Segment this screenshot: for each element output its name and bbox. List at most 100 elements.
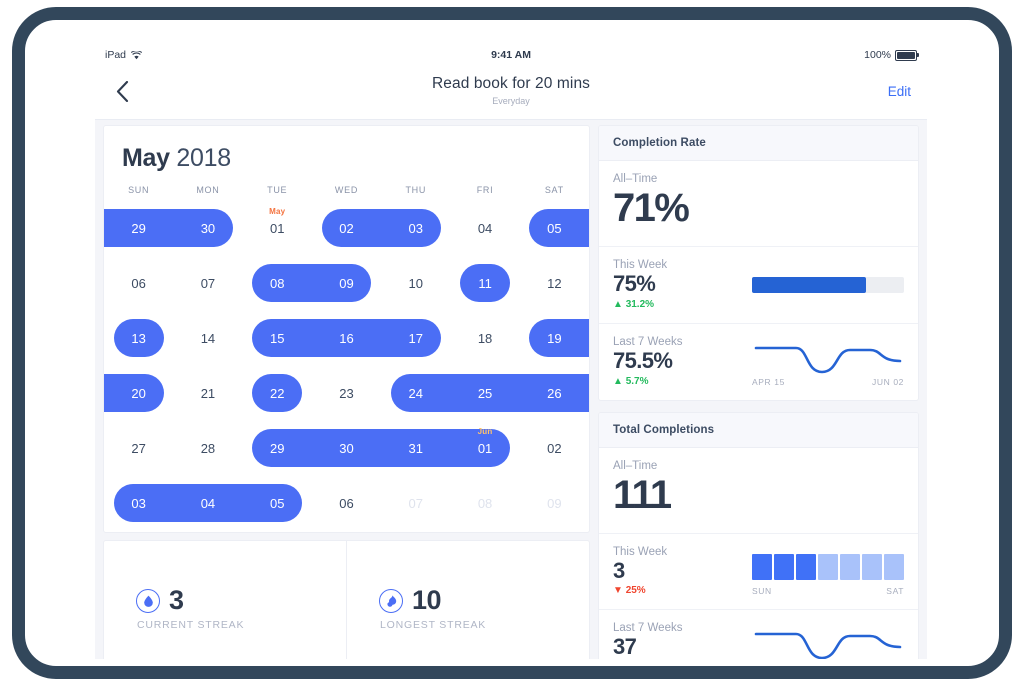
completion-rate-all-time-row: All–Time 71% [599, 161, 918, 247]
calendar-day-number: 06 [131, 275, 146, 291]
calendar-day[interactable]: 24 [381, 374, 450, 412]
calendar-day[interactable]: 22 [243, 374, 312, 412]
calendar-day[interactable]: 18 [450, 319, 519, 357]
total-completions-card: Total Completions All–Time 111 This Week… [598, 411, 919, 659]
weekday-squares [752, 553, 904, 580]
calendar-day-number: 15 [269, 330, 285, 346]
calendar-day[interactable]: 17 [381, 319, 450, 357]
edit-button[interactable]: Edit [888, 84, 911, 99]
calendar-day-number: 03 [408, 220, 424, 236]
sparkline-viz: APR 15 JUN 02 [752, 610, 904, 659]
calendar-day[interactable]: 19 [520, 319, 589, 357]
calendar-day-number: 13 [131, 330, 146, 346]
ipad-screen: iPad 9:41 AM 100% Read book for 20 mins … [95, 43, 927, 659]
screenshot-stage: iPad 9:41 AM 100% Read book for 20 mins … [0, 0, 1024, 686]
weekday-square-fri [862, 553, 882, 580]
calendar-day-number: 12 [547, 275, 562, 291]
calendar-day[interactable]: 23 [312, 374, 381, 412]
calendar-day-number: 31 [408, 440, 424, 456]
calendar-day-number: 04 [200, 495, 216, 511]
calendar-day-number: 02 [547, 440, 562, 456]
calendar-week-row: 13 14 15 16 17 18 19 [104, 311, 589, 366]
sparkline-axis: APR 15 JUN 02 [752, 377, 904, 387]
weekday-label-fri: FRI [476, 185, 494, 195]
calendar-day[interactable]: 13 [104, 319, 173, 357]
page-title: Read book for 20 mins [431, 75, 591, 92]
calendar-day[interactable]: 09 [312, 264, 381, 302]
weekday-label-mon: MON [196, 185, 220, 195]
calendar-day[interactable]: 03 [381, 209, 450, 247]
total-completions-header: Total Completions [599, 412, 918, 448]
calendar-day-number: 01 [269, 220, 285, 236]
weekday-axis: SUN SAT [752, 586, 904, 596]
calendar-day[interactable]: 08 [243, 264, 312, 302]
row-value: 71% [613, 186, 690, 230]
calendar-day[interactable]: 30 [312, 429, 381, 467]
calendar-day[interactable]: 02 [520, 429, 589, 467]
row-label: All–Time [613, 459, 658, 472]
sparkline-chart [754, 346, 902, 374]
calendar-day-number: 16 [339, 330, 354, 346]
calendar-day[interactable]: 06 [104, 264, 173, 302]
calendar-week-row: 03 04 05 06 07 08 09 [104, 476, 589, 531]
calendar-day[interactable]: 07 [173, 264, 242, 302]
weekday-label-sat: SAT [544, 185, 564, 195]
weekday-label-sun: SUN [128, 185, 150, 195]
calendar-day[interactable]: 28 [173, 429, 242, 467]
calendar-day[interactable]: 02 [312, 209, 381, 247]
calendar-day[interactable]: 15 [243, 319, 312, 357]
page-subtitle: Everyday [492, 96, 530, 106]
calendar-day[interactable]: 29 [104, 209, 173, 247]
calendar-day[interactable]: 14 [173, 319, 242, 357]
calendar-day[interactable]: 08 [450, 484, 519, 522]
weekday-label-wed: WED [334, 185, 359, 195]
calendar-day[interactable]: 07 [381, 484, 450, 522]
calendar-day[interactable]: 06 [312, 484, 381, 522]
calendar-day[interactable]: 30 [173, 209, 242, 247]
calendar-day[interactable]: 20 [104, 374, 173, 412]
weekday-label-tue: TUE [267, 185, 288, 195]
progress-track [752, 277, 904, 293]
calendar-day[interactable]: 16 [312, 319, 381, 357]
axis-end-label: JUN 02 [872, 376, 904, 387]
progress-bar-viz [752, 247, 904, 323]
calendar-day[interactable]: 04 [173, 484, 242, 522]
calendar-week-row: 29 30 May 01 02 03 04 05 [104, 201, 589, 256]
calendar-day[interactable]: 10 [381, 264, 450, 302]
calendar-day[interactable]: 12 [520, 264, 589, 302]
calendar-day[interactable]: 11 [450, 264, 519, 302]
streak-value: 3 [169, 585, 184, 615]
streak-tile: 10 LONGEST STREAK [346, 541, 589, 659]
calendar-day[interactable]: 09 [520, 484, 589, 522]
calendar-day[interactable]: 27 [104, 429, 173, 467]
streak-value-row: 10 [379, 585, 442, 616]
calendar-title: May 2018 [104, 126, 589, 177]
calendar-month: May [122, 144, 170, 172]
calendar-day-number: 17 [408, 330, 424, 346]
completion-rate-last-7-weeks-row: Last 7 Weeks 75.5% ▲ 5.7% APR 15 JUN 02 [599, 324, 918, 400]
calendar-day-number: 19 [547, 330, 562, 346]
calendar-day[interactable]: 05 [243, 484, 312, 522]
calendar-day[interactable]: 03 [104, 484, 173, 522]
calendar-day[interactable]: 25 [450, 374, 519, 412]
calendar-day[interactable]: 04 [450, 209, 519, 247]
calendar-day[interactable]: May 01 [243, 207, 312, 247]
calendar-day[interactable]: 26 [520, 374, 589, 412]
calendar-day[interactable]: 31 [381, 429, 450, 467]
calendar-day-number: 05 [547, 220, 562, 236]
streaks-card: 3 CURRENT STREAK 10 LONGEST STREAK [103, 540, 590, 659]
streak-tile: 3 CURRENT STREAK [104, 541, 346, 659]
calendar-weeks: 29 30 May 01 02 03 04 05 06 07 08 09 10 11 12 13 14 15 16 1… [104, 201, 589, 531]
calendar-day[interactable]: 29 [243, 429, 312, 467]
completion-rate-header: Completion Rate [599, 126, 918, 161]
calendar-day-number: 10 [408, 275, 424, 291]
calendar-day-number: 29 [131, 220, 146, 236]
calendar-day[interactable]: 05 [520, 209, 589, 247]
weekday-label-thu: THU [405, 185, 427, 195]
calendar-day-number: 05 [269, 495, 285, 511]
total-completions-last-7-weeks-row: Last 7 Weeks 37 ▲ 5.7% [599, 610, 918, 659]
calendar-day[interactable]: Jun 01 [450, 427, 519, 467]
calendar-day-number: 08 [477, 495, 493, 511]
flame-icon [379, 588, 403, 613]
calendar-day[interactable]: 21 [173, 374, 242, 412]
